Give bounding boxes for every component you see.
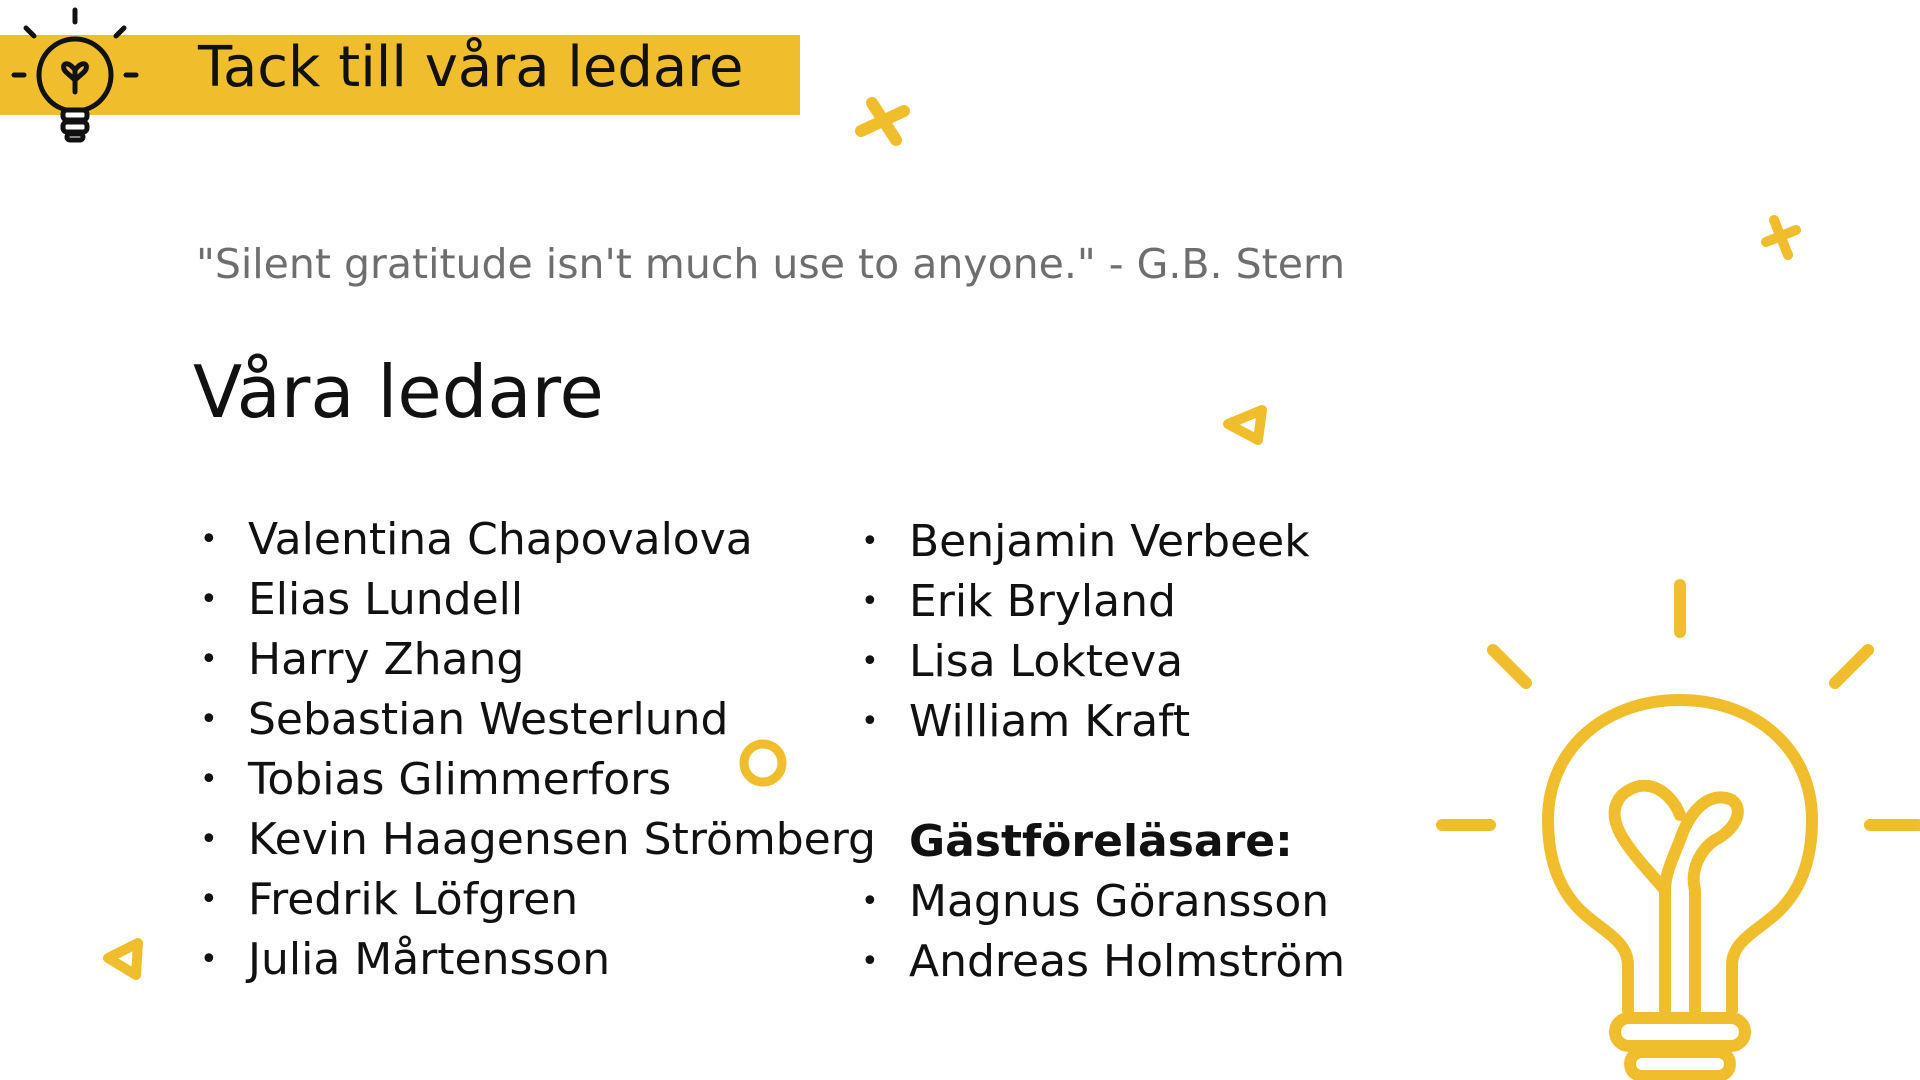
large-lightbulb-heart-icon bbox=[1436, 579, 1920, 1080]
